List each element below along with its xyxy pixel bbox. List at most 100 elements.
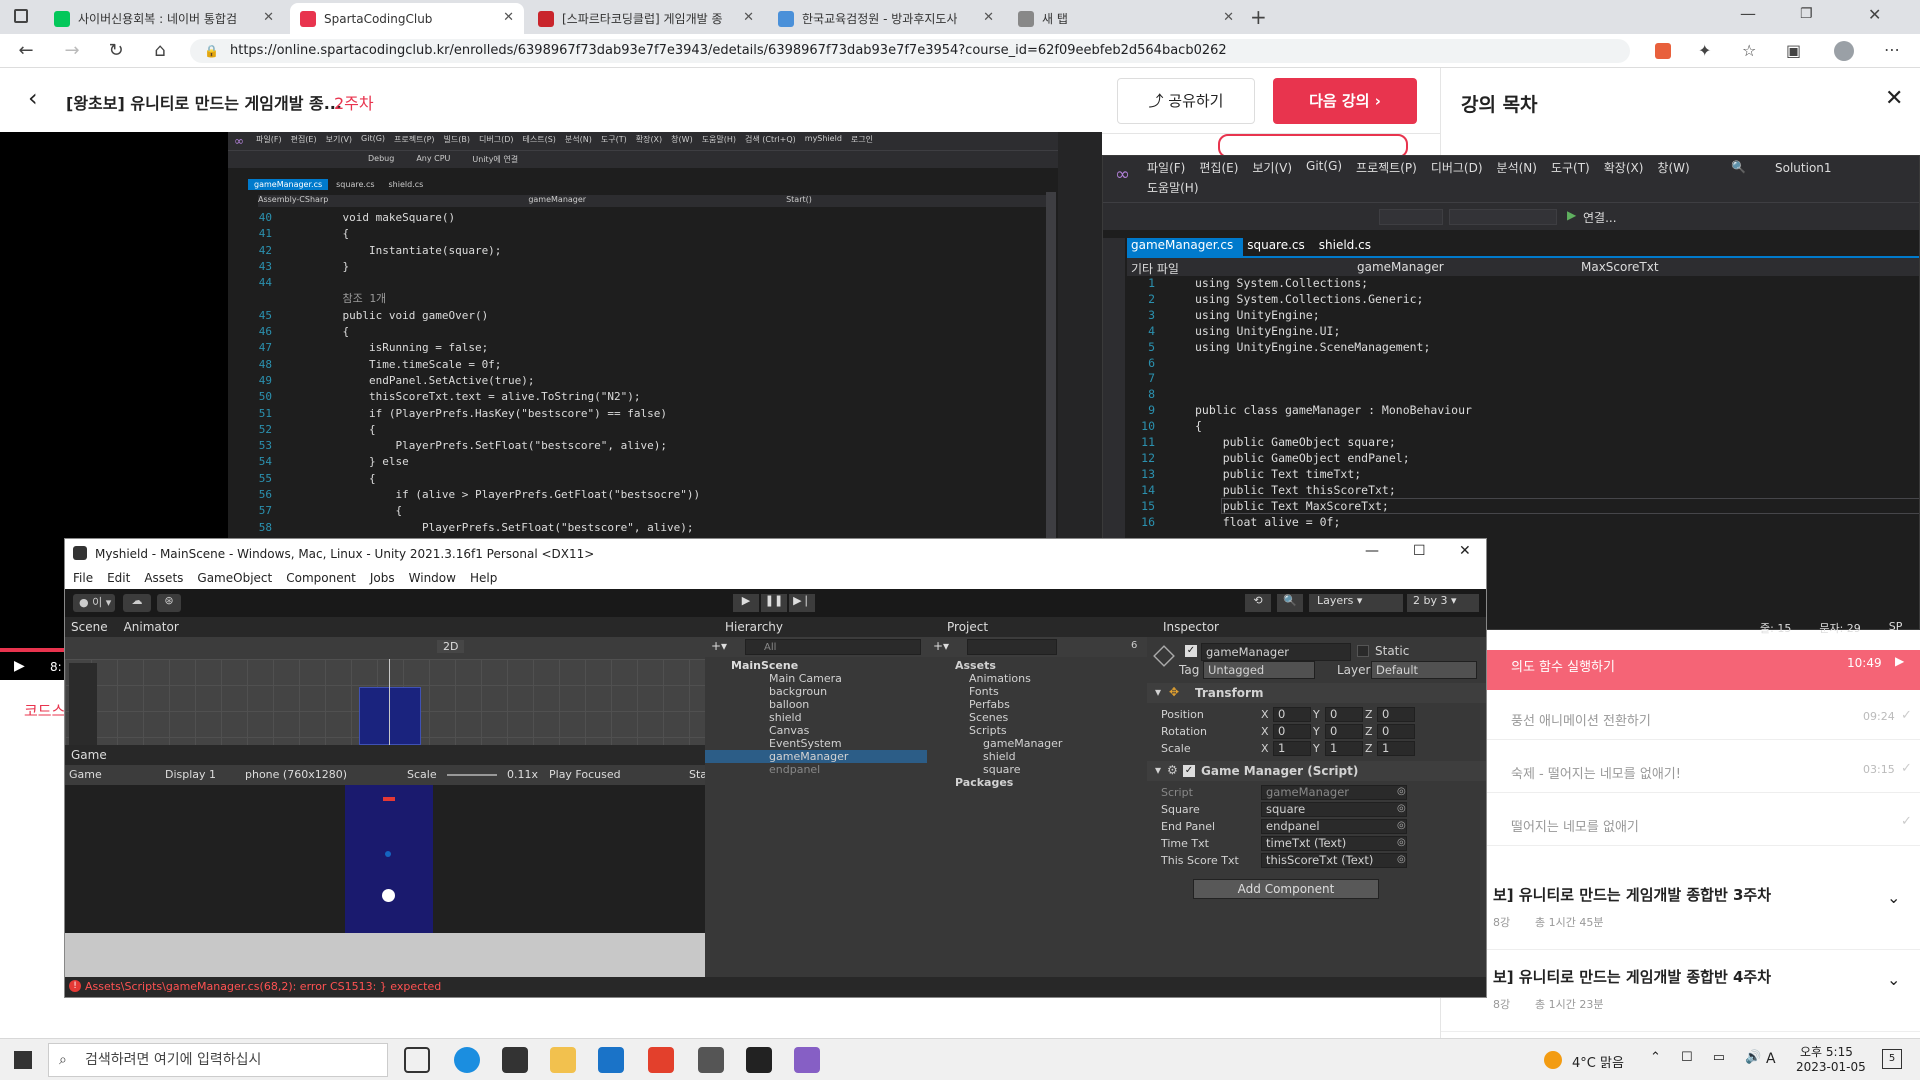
transform-z-field[interactable]: 1 xyxy=(1377,741,1415,756)
transform-z-field[interactable]: 0 xyxy=(1377,707,1415,722)
browser-tab[interactable]: 새 탭 ✕ xyxy=(1008,3,1244,34)
transform-header[interactable]: ▾ ✥ Transform xyxy=(1147,683,1486,703)
code-line[interactable]: 44 xyxy=(248,275,700,291)
forward-icon[interactable]: → xyxy=(60,40,84,62)
windows-start-icon[interactable] xyxy=(14,1051,32,1069)
hierarchy-search[interactable]: All xyxy=(745,639,921,655)
display-dropdown[interactable]: Display 1 xyxy=(165,768,216,781)
vs-file-tab[interactable]: square.cs xyxy=(1243,238,1315,256)
tool-palette[interactable] xyxy=(69,663,97,745)
history-icon[interactable]: ⟲ xyxy=(1245,594,1271,612)
close-toc-icon[interactable]: ✕ xyxy=(1885,86,1903,111)
vs-menu-item[interactable]: 도구(T) xyxy=(601,134,627,145)
project-item[interactable]: shield xyxy=(927,750,1147,763)
vs-menu-item[interactable]: 도움말(H) xyxy=(1147,179,1199,196)
transform-y-field[interactable]: 0 xyxy=(1325,724,1363,739)
vs-menu-item[interactable]: 확장(X) xyxy=(636,134,662,145)
vs-menu-item[interactable]: 빌드(B) xyxy=(444,134,470,145)
vs-nav-dropdown[interactable]: 기타 파일 xyxy=(1131,260,1179,277)
scene-square[interactable] xyxy=(359,687,421,745)
store-icon[interactable] xyxy=(502,1047,528,1073)
notification-icon[interactable]: 5 xyxy=(1882,1049,1902,1069)
code-line[interactable]: 3 using UnityEngine; xyxy=(1127,308,1472,324)
minimize-window-button[interactable]: — xyxy=(1740,4,1756,23)
code-line[interactable]: 54 } else xyxy=(248,454,700,470)
project-item[interactable]: gameManager xyxy=(927,737,1147,750)
video-play-icon[interactable]: ▶ xyxy=(14,658,25,674)
vs-menu-item[interactable]: Git(G) xyxy=(1306,159,1342,176)
vs-menu-item[interactable]: 프로젝트(P) xyxy=(394,134,435,145)
game-view[interactable] xyxy=(65,785,705,933)
file-explorer-icon[interactable] xyxy=(550,1047,576,1073)
vs-search-icon[interactable]: 🔍 xyxy=(1731,160,1746,174)
code-line[interactable]: 5 using UnityEngine.SceneManagement; xyxy=(1127,340,1472,356)
object-picker-icon[interactable]: ◎ xyxy=(1397,786,1406,797)
visual-studio-icon[interactable] xyxy=(794,1047,820,1073)
code-line[interactable]: 16 float alive = 0f; xyxy=(1127,515,1472,531)
unity-hub-icon[interactable] xyxy=(698,1047,724,1073)
code-line[interactable]: 57 { xyxy=(248,503,700,519)
tab-project[interactable]: Project xyxy=(927,617,1147,637)
cloud-icon[interactable]: ☁ xyxy=(123,594,151,612)
code-line[interactable]: 58 PlayerPrefs.SetFloat("bestscore", ali… xyxy=(248,520,700,536)
tab-inspector[interactable]: Inspector xyxy=(1147,617,1486,637)
code-line[interactable]: 참조 1개 xyxy=(248,291,700,307)
new-tab-button[interactable]: + xyxy=(1250,5,1267,29)
clock-date[interactable]: 2023-01-05 xyxy=(1796,1060,1866,1074)
code-line[interactable]: 14 public Text thisScoreTxt; xyxy=(1127,483,1472,499)
tab-game[interactable]: Game xyxy=(65,745,705,765)
transform-y-field[interactable]: 0 xyxy=(1325,707,1363,722)
code-line[interactable]: 7 xyxy=(1127,371,1472,387)
puzzle-icon[interactable]: ✦ xyxy=(1698,41,1711,60)
vs-menu-item[interactable]: 보기(V) xyxy=(1252,159,1292,176)
code-line[interactable]: 45 public void gameOver() xyxy=(248,308,700,324)
close-window-button[interactable]: ✕ xyxy=(1868,5,1881,24)
object-picker-icon[interactable]: ◎ xyxy=(1397,803,1406,814)
vs-nav-dropdown[interactable]: Start() xyxy=(786,195,812,207)
project-item[interactable]: square xyxy=(927,763,1147,776)
vs-menu-item[interactable]: 로그인 xyxy=(851,134,873,145)
week-section[interactable]: 보] 유니티로 만드는 게임개발 종합반 3주차 8강 총 1시간 45분 ⌄ xyxy=(1441,872,1920,950)
code-line[interactable]: 40 void makeSquare() xyxy=(248,210,700,226)
code-line[interactable]: 2 using System.Collections.Generic; xyxy=(1127,292,1472,308)
code-line[interactable]: 12 public GameObject endPanel; xyxy=(1127,451,1472,467)
project-item[interactable]: Packages xyxy=(927,776,1147,789)
video-progress[interactable] xyxy=(0,648,64,652)
taskbar-search[interactable]: ⌕ 검색하려면 여기에 입력하십시 xyxy=(48,1043,388,1077)
vs-menu-item[interactable]: 도움말(H) xyxy=(702,134,736,145)
lesson-item[interactable]: 떨어지는 네모를 없애기 ✓ xyxy=(1461,806,1920,846)
code-line[interactable]: 50 thisScoreTxt.text = alive.ToString("N… xyxy=(248,389,700,405)
tab-animator[interactable]: Animator xyxy=(124,617,179,637)
code-line[interactable]: 49 endPanel.SetActive(true); xyxy=(248,373,700,389)
lesson-item[interactable]: 숙제 - 떨어지는 네모를 없애기! 03:15 ✓ xyxy=(1461,753,1920,793)
code-line[interactable]: 48 Time.timeScale = 0f; xyxy=(248,357,700,373)
extension-icon[interactable] xyxy=(1655,43,1671,59)
code-line[interactable]: 46 { xyxy=(248,324,700,340)
account-button[interactable]: ● 이 ▾ xyxy=(73,594,115,612)
hierarchy-item[interactable]: backgroun xyxy=(705,685,927,698)
vs-menu-item[interactable]: 창(W) xyxy=(671,134,693,145)
ime-indicator[interactable]: A xyxy=(1766,1051,1776,1067)
mail-icon[interactable] xyxy=(598,1047,624,1073)
tray-icons[interactable]: ⌃ ☐ ▭ 🔊 xyxy=(1650,1050,1769,1065)
url-field[interactable]: 🔒 https://online.spartacodingclub.kr/enr… xyxy=(190,39,1630,63)
vs-menu-item[interactable]: 프로젝트(P) xyxy=(1356,159,1417,176)
transform-x-field[interactable]: 1 xyxy=(1273,741,1311,756)
office-icon[interactable] xyxy=(648,1047,674,1073)
object-reference-field[interactable]: square xyxy=(1261,802,1407,817)
code-line[interactable]: 10{ xyxy=(1127,419,1472,435)
code-line[interactable]: 47 isRunning = false; xyxy=(248,340,700,356)
project-item[interactable]: Scripts xyxy=(927,724,1147,737)
vs-file-tab[interactable]: shield.cs xyxy=(383,179,430,190)
project-item[interactable]: Animations xyxy=(927,672,1147,685)
play-button[interactable]: ▶ xyxy=(733,594,759,612)
vs-toolbar-item[interactable]: Debug xyxy=(368,154,394,165)
object-reference-field[interactable]: endpanel xyxy=(1261,819,1407,834)
collab-icon[interactable]: ⊛ xyxy=(157,594,181,612)
code-line[interactable]: 52 { xyxy=(248,422,700,438)
unity-menu-item[interactable]: File xyxy=(73,569,93,589)
vs-toolbar-item[interactable]: Unity에 연결 xyxy=(472,154,518,165)
tab-close-icon[interactable]: ✕ xyxy=(983,10,994,25)
vs-menu-item[interactable]: 도구(T) xyxy=(1551,159,1590,176)
vs-nav-dropdown[interactable]: Assembly-CSharp xyxy=(258,195,328,207)
